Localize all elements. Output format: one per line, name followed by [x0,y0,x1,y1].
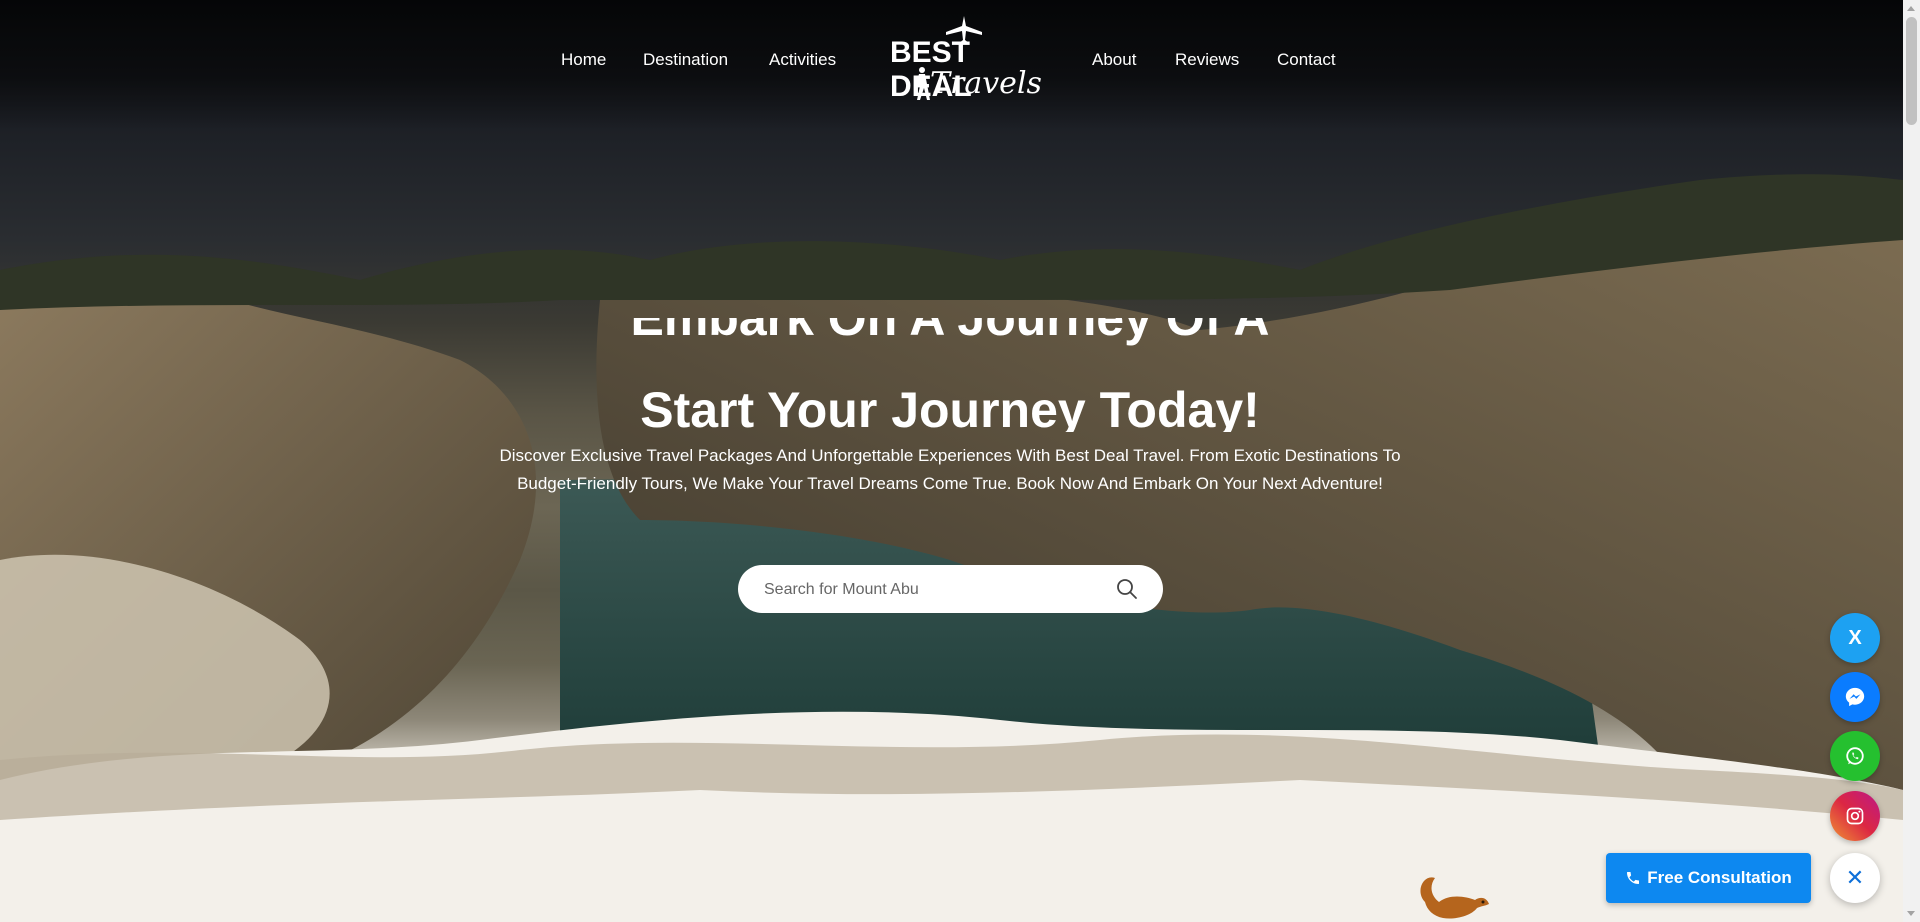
squirrel-illustration [1420,877,1489,919]
whatsapp-button[interactable] [1830,731,1880,781]
scroll-up-arrow-icon[interactable] [1907,6,1915,11]
search-bar [738,565,1163,615]
nav-destination[interactable]: Destination [643,50,728,70]
free-consultation-label: Free Consultation [1647,868,1792,887]
nav-home[interactable]: Home [561,50,606,70]
close-icon: ✕ [1845,865,1865,890]
page: Home Destination Activities BEST DEAL Tr… [0,0,1903,922]
page-scrollbar[interactable] [1903,0,1920,922]
free-consultation-button[interactable]: Free Consultation [1606,853,1811,903]
hero-title: Start Your Journey Today! [640,382,1260,432]
search-icon[interactable] [1115,577,1139,601]
nav-reviews[interactable]: Reviews [1175,50,1239,70]
scroll-down-arrow-icon[interactable] [1907,911,1915,916]
nav-contact[interactable]: Contact [1277,50,1336,70]
instagram-button[interactable] [1830,791,1880,841]
hero-title-partial: Embark On A Journey Of A Lifetime! [630,318,1270,346]
messenger-icon [1845,687,1865,707]
logo-text-script: Travels [930,66,1042,101]
hiker-icon [916,67,930,100]
x-icon: X [1848,626,1862,649]
instagram-icon [1846,807,1864,825]
nav-activities[interactable]: Activities [769,50,836,70]
search-input[interactable] [762,565,1106,615]
messenger-button[interactable] [1830,672,1880,722]
phone-icon [1627,872,1640,884]
x-twitter-button[interactable]: X [1830,613,1880,663]
whatsapp-icon [1846,747,1864,765]
hero-description: Discover Exclusive Travel Packages And U… [499,446,1401,493]
close-button[interactable]: ✕ [1830,853,1880,903]
site-logo[interactable]: BEST DEAL Travels [890,14,1042,104]
main-nav: Home Destination Activities BEST DEAL Tr… [0,0,1903,120]
scroll-thumb[interactable] [1906,17,1917,125]
nav-about[interactable]: About [1092,50,1136,70]
